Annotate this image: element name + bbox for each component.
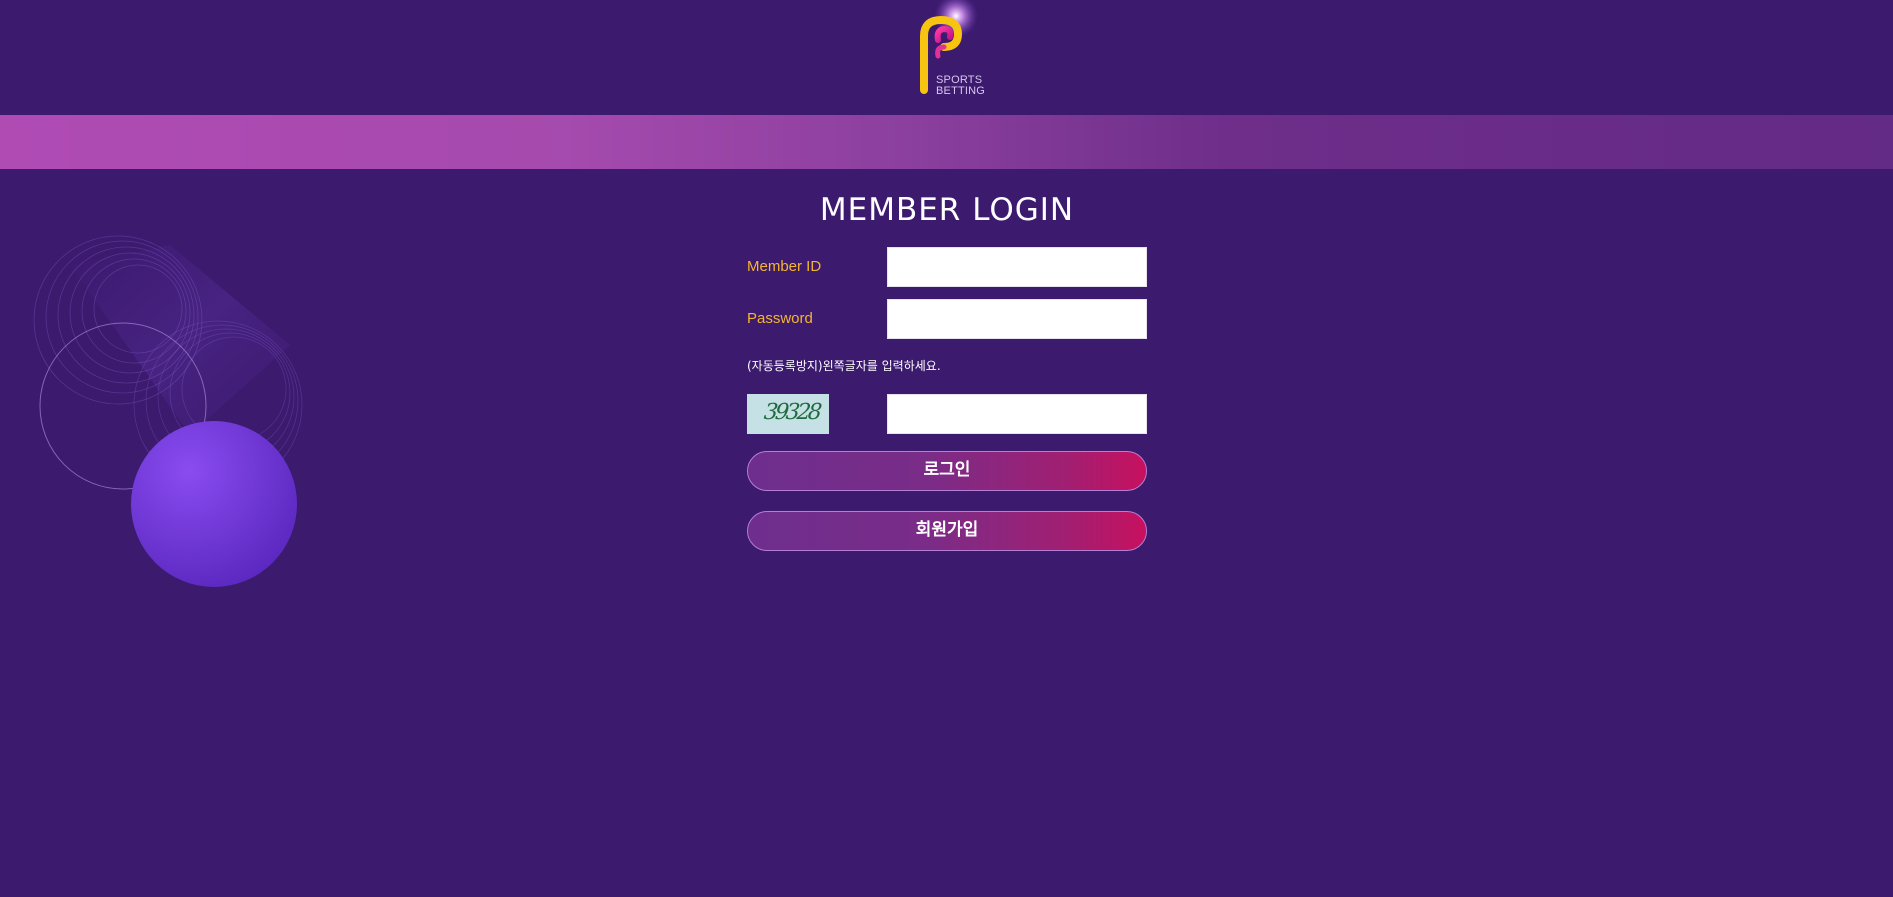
decorative-circles-graphic [33,235,303,587]
password-field[interactable] [887,299,1147,339]
member-id-field[interactable] [887,247,1147,287]
captcha-image: 39328 [747,394,829,434]
header: SPORTS BETTING [0,0,1893,115]
captcha-instruction: (자동등록방지)왼쪽글자를 입력하세요. [747,359,941,373]
login-button[interactable]: 로그인 [747,451,1147,491]
logo-text-line2: BETTING [936,85,986,97]
site-logo[interactable]: SPORTS BETTING [906,0,986,100]
captcha-input[interactable] [887,394,1147,434]
member-id-label: Member ID [747,258,822,275]
banner-stripe [0,115,1893,169]
page-title: MEMBER LOGIN [819,192,1075,228]
captcha-code: 39328 [762,400,821,425]
join-button[interactable]: 회원가입 [747,511,1147,551]
password-label: Password [747,310,813,327]
